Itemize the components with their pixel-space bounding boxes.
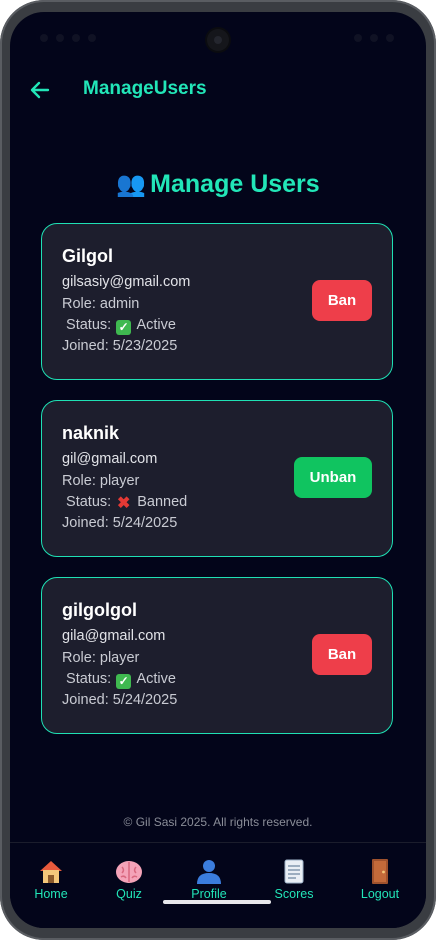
- status-value: Active: [136, 671, 176, 687]
- user-joined: Joined: 5/24/2025: [62, 692, 178, 708]
- user-name: naknik: [62, 423, 120, 443]
- user-card: Gilgol gilsasiy@gmail.com Role: admin St…: [41, 223, 393, 380]
- status-label: Status:: [62, 317, 112, 333]
- user-role: Role: player: [62, 473, 140, 489]
- nav-profile[interactable]: Profile: [174, 857, 244, 901]
- user-name: Gilgol: [62, 246, 113, 266]
- brain-icon: [116, 861, 142, 883]
- user-email: gila@gmail.com: [62, 628, 166, 644]
- users-icon: 👥: [116, 171, 147, 198]
- arrow-left-icon: [30, 81, 50, 99]
- back-button[interactable]: [26, 76, 54, 104]
- user-status: Status: ✖ Banned: [62, 494, 188, 512]
- nav-home[interactable]: Home: [16, 857, 86, 901]
- app-bar-title: ManageUsers: [83, 78, 207, 99]
- ban-button[interactable]: Ban: [312, 634, 372, 675]
- door-icon: [372, 859, 388, 884]
- nav-scores-label: Scores: [274, 887, 314, 901]
- home-indicator[interactable]: [163, 900, 271, 904]
- bottom-nav: Home Quiz Profile Scores Logout: [10, 842, 426, 928]
- page-title: 👥 Manage Users: [10, 170, 426, 199]
- user-card: naknik gil@gmail.com Role: player Status…: [41, 400, 393, 557]
- house-icon: [40, 861, 62, 883]
- nav-logout-label: Logout: [360, 887, 400, 901]
- check-icon: ✓: [116, 320, 132, 335]
- scroll-icon: [284, 859, 304, 884]
- user-card: gilgolgol gila@gmail.com Role: player St…: [41, 577, 393, 734]
- nav-quiz[interactable]: Quiz: [94, 857, 164, 901]
- status-label: Status:: [62, 494, 112, 510]
- front-camera: [207, 29, 229, 51]
- phone-frame: ManageUsers 👥 Manage Users Gilgol gilsasi…: [0, 0, 436, 940]
- check-icon: ✓: [116, 674, 132, 689]
- user-status: Status: ✓ Active: [62, 317, 176, 335]
- person-icon: [197, 860, 221, 884]
- nav-logout[interactable]: Logout: [345, 857, 415, 901]
- nav-profile-label: Profile: [191, 887, 227, 901]
- status-label: Status:: [62, 671, 112, 687]
- app-bar: ManageUsers: [10, 68, 426, 112]
- cross-icon: ✖: [117, 495, 131, 512]
- status-icons-right: [354, 34, 394, 44]
- user-role: Role: admin: [62, 296, 140, 312]
- user-joined: Joined: 5/24/2025: [62, 515, 178, 531]
- user-name: gilgolgol: [62, 600, 137, 620]
- copyright-footer: © Gil Sasi 2025. All rights reserved.: [123, 815, 313, 829]
- user-joined: Joined: 5/23/2025: [62, 338, 178, 354]
- page-title-text: Manage Users: [150, 170, 320, 198]
- screen: ManageUsers 👥 Manage Users Gilgol gilsasi…: [10, 12, 426, 928]
- user-email: gil@gmail.com: [62, 451, 158, 467]
- nav-home-label: Home: [34, 887, 68, 901]
- ban-button[interactable]: Ban: [312, 280, 372, 321]
- user-status: Status: ✓ Active: [62, 671, 176, 689]
- unban-button[interactable]: Unban: [294, 457, 372, 498]
- status-icons-left: [40, 34, 96, 44]
- user-email: gilsasiy@gmail.com: [62, 274, 191, 290]
- status-value: Active: [136, 317, 176, 333]
- status-bar: [10, 12, 426, 68]
- nav-scores[interactable]: Scores: [259, 857, 329, 901]
- nav-quiz-label: Quiz: [116, 887, 142, 901]
- status-value: Banned: [137, 494, 188, 510]
- user-role: Role: player: [62, 650, 140, 666]
